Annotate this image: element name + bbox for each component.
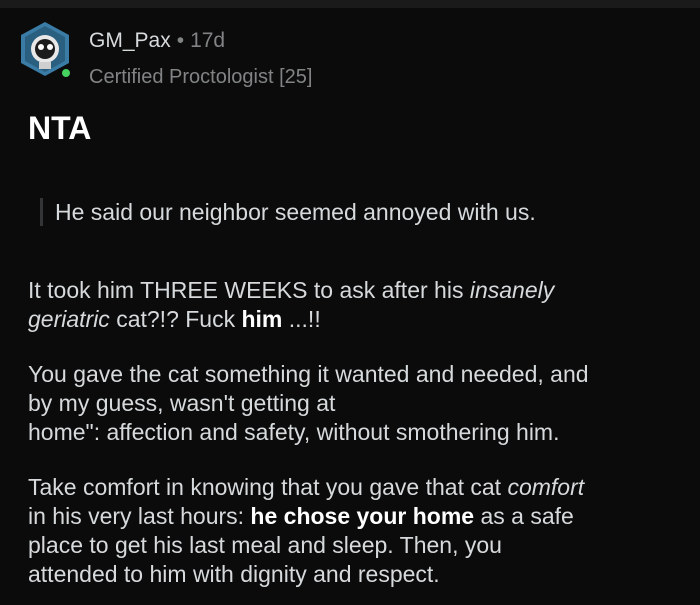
comment-paragraph-1: It took him THREE WEEKS to ask after his… <box>28 276 688 334</box>
comment-meta: GM_Pax • 17d <box>89 28 225 54</box>
comment-age: 17d <box>190 29 226 52</box>
text-span: ...!! <box>282 306 321 332</box>
italic-text: insanely <box>469 277 555 303</box>
comment-paragraph-2: You gave the cat something it wanted and… <box>28 360 688 447</box>
italic-text: comfort <box>507 474 585 500</box>
text-line: home": affection and safety, without smo… <box>28 419 560 445</box>
online-status-icon <box>59 66 73 80</box>
user-flair: Certified Proctologist [25] <box>89 66 313 88</box>
block-quote: He said our neighbor seemed annoyed with… <box>40 198 536 226</box>
meta-separator: • <box>176 29 185 52</box>
bold-text: him <box>241 306 283 332</box>
bold-text: he chose your home <box>250 503 475 529</box>
italic-text: geriatric <box>28 306 110 332</box>
top-divider <box>0 0 700 8</box>
text-span: in his very last hours: <box>28 503 251 529</box>
text-line: attended to him with dignity and respect… <box>28 561 440 587</box>
text-line: place to get his last meal and sleep. Th… <box>28 532 502 558</box>
comment-card: GM_Pax • 17d Certified Proctologist [25] N… <box>0 8 700 605</box>
author-username[interactable]: GM_Pax <box>89 29 171 52</box>
comment-verdict: NTA <box>28 110 92 146</box>
text-line: by my guess, wasn't getting at <box>28 390 336 416</box>
text-span: Take comfort in knowing that you gave th… <box>28 474 508 500</box>
comment-paragraph-3: Take comfort in knowing that you gave th… <box>28 473 688 589</box>
text-line: You gave the cat something it wanted and… <box>28 361 589 387</box>
text-span: It took him THREE WEEKS to ask after his <box>28 277 470 303</box>
text-span: as a safe <box>474 503 574 529</box>
text-span: cat?!? Fuck <box>109 306 242 332</box>
